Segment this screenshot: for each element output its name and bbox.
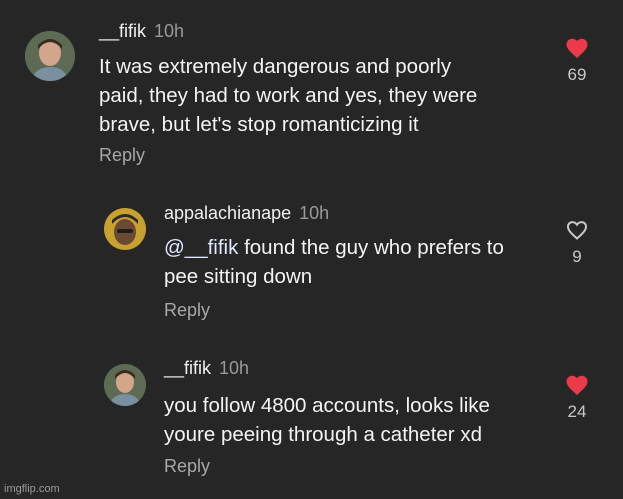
avatar[interactable]: [104, 208, 146, 250]
username[interactable]: appalachianape: [164, 203, 291, 223]
avatar-image: [25, 31, 75, 81]
reply-button[interactable]: Reply: [164, 300, 210, 321]
reply-button[interactable]: Reply: [99, 145, 145, 166]
timestamp: 10h: [219, 358, 250, 378]
avatar-image: [104, 208, 146, 250]
reply-button[interactable]: Reply: [164, 456, 210, 477]
avatar[interactable]: [104, 364, 146, 406]
like-count: 69: [567, 65, 587, 84]
timestamp: 10h: [154, 21, 185, 41]
like-count: 24: [567, 402, 587, 421]
heart-filled-icon: [566, 38, 588, 58]
comment-text: you follow 4800 accounts, looks like you…: [164, 394, 490, 446]
heart-filled-icon: [566, 375, 588, 395]
username[interactable]: __fifik: [164, 358, 211, 378]
like-count: 9: [572, 247, 582, 266]
like-button[interactable]: 69: [557, 37, 597, 85]
username[interactable]: __fifik: [99, 21, 146, 41]
mention-link[interactable]: @__fifik: [164, 236, 238, 259]
avatar-image: [104, 364, 146, 406]
like-button[interactable]: 9: [557, 219, 597, 267]
watermark: imgflip.com: [4, 483, 60, 495]
comment-text: It was extremely dangerous and poorly pa…: [99, 55, 478, 136]
comment-meta: __fifik 10h: [164, 358, 249, 379]
comment-text: @__fifik found the guy who prefers to pe…: [164, 233, 504, 291]
timestamp: 10h: [299, 203, 330, 223]
like-button[interactable]: 24: [557, 374, 597, 422]
avatar[interactable]: [25, 31, 75, 81]
comment-meta: __fifik 10h: [99, 21, 184, 42]
comment-meta: appalachianape 10h: [164, 203, 329, 224]
heart-outline-icon: [566, 221, 588, 240]
